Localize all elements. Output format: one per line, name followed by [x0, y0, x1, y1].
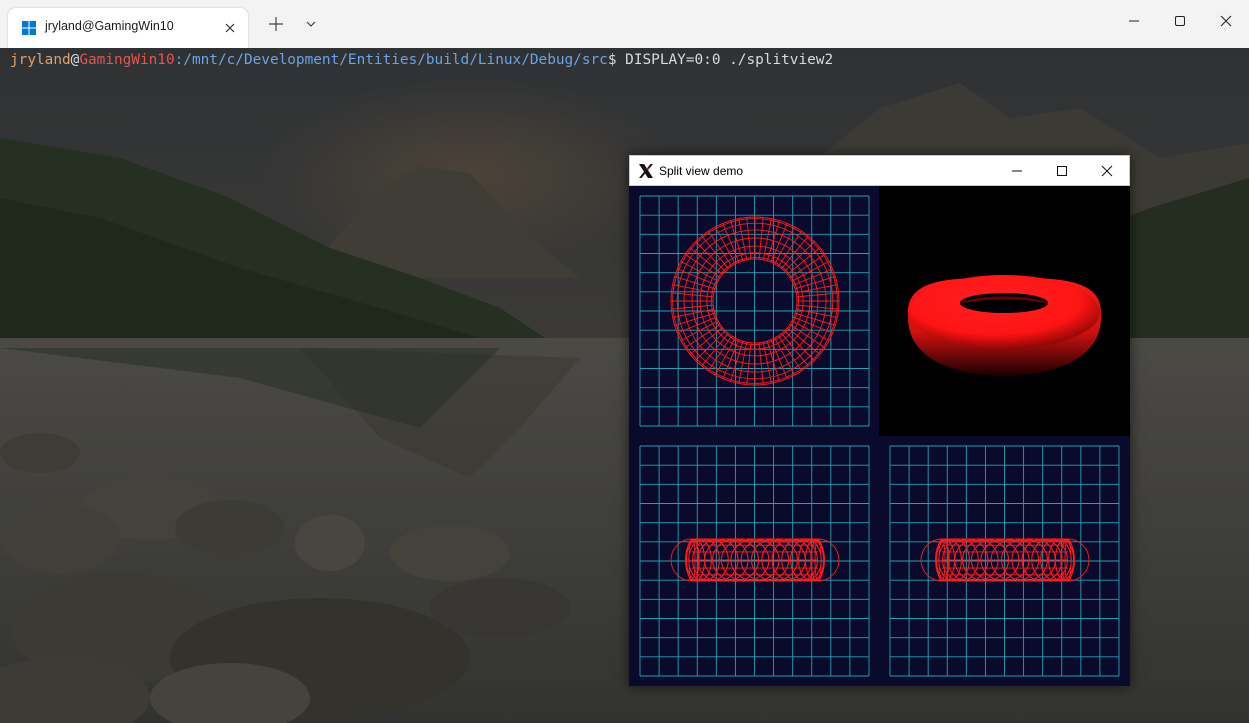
- front-wireframe-viewport[interactable]: [629, 436, 879, 686]
- close-icon: [1220, 15, 1232, 27]
- minimize-icon: [1129, 20, 1139, 22]
- terminal-prompt-line: jryland@GamingWin10:/mnt/c/Development/E…: [10, 51, 833, 69]
- minimize-icon: [1012, 170, 1022, 172]
- maximize-icon: [1175, 16, 1185, 26]
- windows-logo-icon: [22, 21, 36, 35]
- prompt-host: GamingWin10: [79, 52, 175, 68]
- close-button[interactable]: [1203, 0, 1249, 42]
- prompt-symbol: $: [607, 52, 617, 68]
- close-tab-icon[interactable]: [222, 20, 238, 36]
- x-close-button[interactable]: [1084, 156, 1130, 186]
- x11-logo-icon: [639, 164, 653, 178]
- maximize-icon: [1057, 166, 1067, 176]
- close-icon: [1101, 165, 1113, 177]
- torus-wireframe: [920, 538, 1090, 582]
- maximize-button[interactable]: [1157, 0, 1203, 42]
- x-window-titlebar[interactable]: Split view demo: [629, 155, 1130, 186]
- minimize-button[interactable]: [1111, 0, 1157, 42]
- side-wireframe-viewport[interactable]: [879, 436, 1130, 686]
- prompt-user: jryland: [10, 52, 71, 68]
- x-maximize-button[interactable]: [1039, 156, 1085, 186]
- x-minimize-button[interactable]: [994, 156, 1040, 186]
- chevron-down-icon[interactable]: [301, 14, 321, 34]
- terminal-tab[interactable]: jryland@GamingWin10: [8, 8, 248, 48]
- prompt-command: DISPLAY=0:0 ./splitview2: [616, 52, 834, 68]
- split-view-demo-window[interactable]: Split view demo: [629, 155, 1130, 686]
- perspective-shaded-viewport[interactable]: [879, 186, 1130, 436]
- top-wireframe-viewport[interactable]: [629, 186, 879, 436]
- x-window-title: Split view demo: [659, 164, 744, 178]
- prompt-path: :/mnt/c/Development/Entities/build/Linux…: [174, 52, 608, 68]
- tab-title: jryland@GamingWin10: [45, 19, 174, 33]
- new-tab-plus-icon[interactable]: [266, 14, 286, 34]
- terminal-titlebar: jryland@GamingWin10: [0, 0, 1249, 49]
- torus-wireframe: [670, 538, 840, 582]
